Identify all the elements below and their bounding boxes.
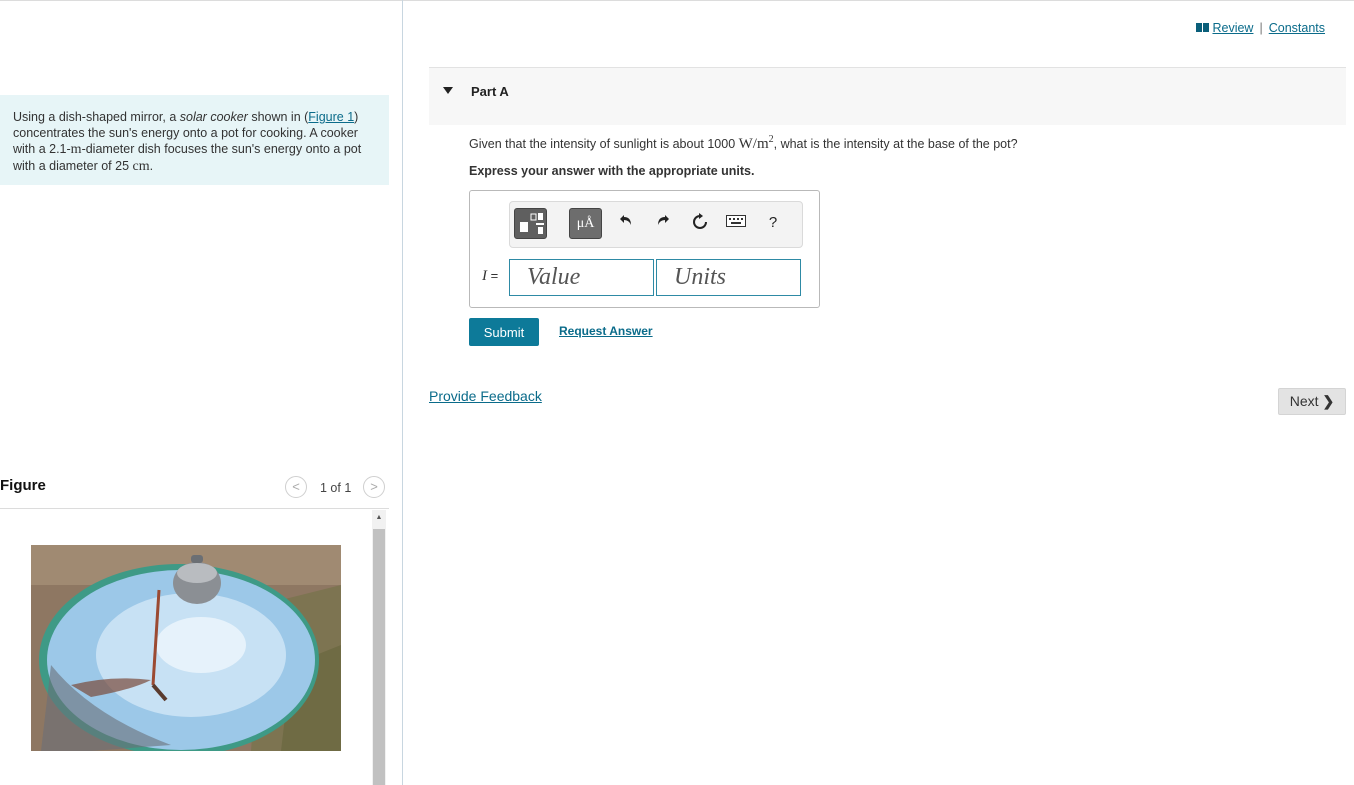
figure-title: Figure (0, 477, 46, 494)
variable-label: I = (482, 268, 498, 285)
figure-link[interactable]: Figure 1 (308, 110, 354, 124)
reset-icon[interactable] (690, 213, 710, 233)
next-button[interactable]: Next ❯ (1278, 388, 1346, 415)
undo-icon[interactable] (616, 213, 636, 233)
units-input[interactable] (656, 259, 801, 296)
book-icon (1196, 23, 1210, 32)
part-title: Part A (471, 84, 509, 99)
solar-cooker-photo (31, 545, 341, 751)
templates-button[interactable] (514, 208, 547, 239)
submit-button[interactable]: Submit (469, 318, 539, 346)
problem-italic-term: solar cooker (179, 110, 248, 124)
top-links: Review | Constants (1196, 21, 1325, 35)
question-text: Given that the intensity of sunlight is … (469, 134, 1018, 153)
figure-prev-button[interactable]: < (285, 476, 307, 498)
units-button[interactable]: μÅ (569, 208, 602, 239)
part-a-header[interactable]: Part A (429, 67, 1346, 125)
chevron-left-icon: < (292, 479, 300, 494)
chevron-right-icon: > (370, 479, 378, 494)
top-border (0, 0, 1354, 1)
value-input[interactable] (509, 259, 654, 296)
template-icon (520, 213, 544, 234)
scroll-up-arrow-icon[interactable]: ▲ (372, 510, 386, 526)
unit-meter: m (70, 142, 82, 157)
problem-text: Using a dish-shaped mirror, a (13, 110, 180, 124)
keyboard-icon[interactable] (726, 213, 746, 233)
provide-feedback-link[interactable]: Provide Feedback (429, 388, 542, 404)
panel-divider (402, 0, 403, 785)
problem-text: . (149, 159, 154, 173)
problem-statement: Using a dish-shaped mirror, a solar cook… (0, 95, 389, 185)
question-part: , what is the intensity at the base of t… (773, 137, 1018, 151)
unit-centimeter: cm (132, 159, 150, 174)
question-part: Given that the intensity of sunlight is … (469, 137, 739, 151)
intensity-unit: W/m2 (738, 134, 774, 152)
constants-link[interactable]: Constants (1269, 21, 1325, 35)
caret-down-icon[interactable] (443, 87, 453, 94)
help-button[interactable]: ? (763, 213, 783, 233)
math-toolbar: μÅ ? (509, 201, 803, 248)
figure-header: Figure < 1 of 1 > (0, 476, 389, 508)
request-answer-link[interactable]: Request Answer (559, 324, 653, 338)
figure-counter: 1 of 1 (320, 481, 352, 495)
problem-text: shown in ( (247, 110, 309, 124)
scroll-thumb[interactable] (373, 529, 385, 785)
review-link[interactable]: Review (1212, 21, 1253, 35)
answer-instruction: Express your answer with the appropriate… (469, 164, 755, 178)
figure-scrollbar[interactable]: ▲ (372, 510, 386, 785)
chevron-right-icon: ❯ (1322, 393, 1335, 409)
figure-next-button[interactable]: > (363, 476, 385, 498)
figure-divider (0, 508, 389, 509)
answer-box: μÅ ? I = (469, 190, 820, 308)
equals-sign: = (487, 268, 499, 283)
next-label: Next (1289, 393, 1319, 409)
link-separator: | (1259, 21, 1263, 35)
unit-text: W/m (738, 136, 769, 152)
redo-icon[interactable] (653, 213, 673, 233)
